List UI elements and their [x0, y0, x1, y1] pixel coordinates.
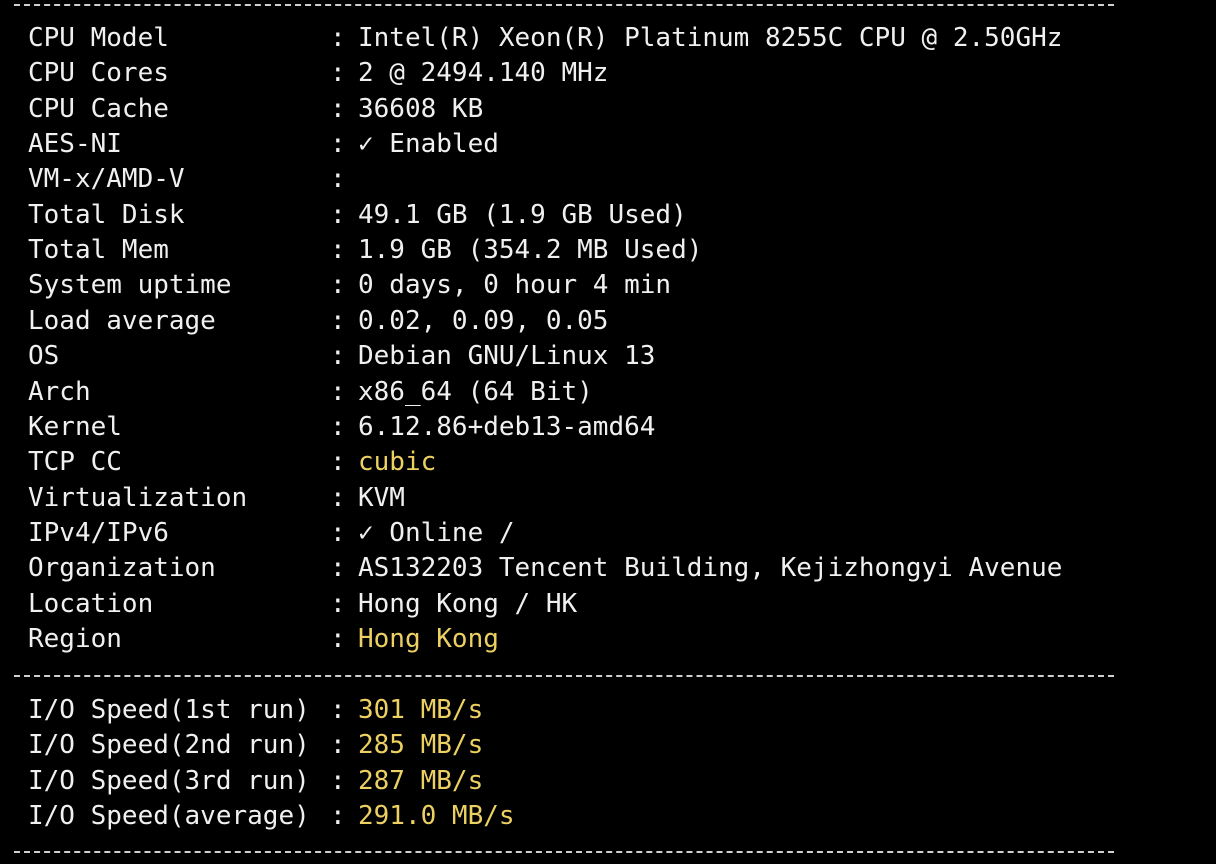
row-separator: : [330, 341, 346, 371]
row-separator: : [330, 518, 346, 548]
row-label: I/O Speed(average) [28, 801, 310, 831]
row-separator: : [330, 801, 346, 831]
row-value: 285 MB/s [358, 730, 484, 760]
row-separator: : [330, 129, 346, 159]
row-label: Virtualization [28, 483, 248, 513]
row-label: Total Mem [28, 235, 169, 265]
row-separator: : [330, 695, 346, 725]
row-value: 1.9 GB (354.2 MB Used) [358, 235, 703, 265]
bottom-divider [14, 851, 1114, 853]
row-separator: : [330, 412, 346, 442]
row-value: 6.12.86+deb13-amd64 [358, 412, 656, 442]
row-label: CPU Model [28, 23, 169, 53]
row-separator: : [330, 483, 346, 513]
row-label: Total Disk [28, 200, 185, 230]
row-label: Load average [28, 306, 216, 336]
terminal-window: CPU Model: Intel(R) Xeon(R) Platinum 8255… [0, 0, 1216, 864]
row-separator: : [330, 306, 346, 336]
row-value: Debian GNU/Linux 13 [358, 341, 656, 371]
row-label: IPv4/IPv6 [28, 518, 169, 548]
row-value: Hong Kong [358, 624, 499, 654]
row-separator: : [330, 270, 346, 300]
row-separator: : [330, 164, 346, 194]
row-separator: : [330, 624, 346, 654]
row-separator: : [330, 23, 346, 53]
middle-divider [14, 675, 1114, 677]
row-label: OS [28, 341, 60, 371]
row-value: Hong Kong / HK [358, 589, 578, 619]
row-value: 301 MB/s [358, 695, 484, 725]
row-separator: : [330, 447, 346, 477]
row-label: VM-x/AMD-V [28, 164, 185, 194]
row-value: 0.02, 0.09, 0.05 [358, 306, 609, 336]
row-label: Organization [28, 553, 216, 583]
row-separator: : [330, 200, 346, 230]
row-label: CPU Cores [28, 58, 169, 88]
row-value: 287 MB/s [358, 766, 484, 796]
row-label: Kernel [28, 412, 122, 442]
row-value: ✓ Enabled [358, 129, 499, 159]
row-separator: : [330, 730, 346, 760]
row-value: Intel(R) Xeon(R) Platinum 8255C CPU @ 2.… [358, 23, 1063, 53]
row-label: AES-NI [28, 129, 122, 159]
row-separator: : [330, 58, 346, 88]
row-label: Arch [28, 377, 91, 407]
row-label: I/O Speed(3rd run) [28, 766, 310, 796]
row-value: x86_64 (64 Bit) [358, 377, 593, 407]
row-value: KVM [358, 483, 405, 513]
row-value: cubic [358, 447, 437, 477]
row-label: Location [28, 589, 154, 619]
row-separator: : [330, 377, 346, 407]
row-label: Region [28, 624, 122, 654]
row-label: I/O Speed(2nd run) [28, 730, 310, 760]
row-value: 36608 KB [358, 94, 484, 124]
row-separator: : [330, 766, 346, 796]
row-separator: : [330, 94, 346, 124]
top-divider [14, 4, 1114, 6]
row-value: 49.1 GB (1.9 GB Used) [358, 200, 687, 230]
row-label: CPU Cache [28, 94, 169, 124]
row-value: 0 days, 0 hour 4 min [358, 270, 672, 300]
row-value: ✓ Online / [358, 518, 515, 548]
row-value: 291.0 MB/s [358, 801, 515, 831]
row-separator: : [330, 589, 346, 619]
row-value: 2 @ 2494.140 MHz [358, 58, 609, 88]
row-separator: : [330, 553, 346, 583]
row-label: TCP CC [28, 447, 122, 477]
row-label: System uptime [28, 270, 232, 300]
row-value: AS132203 Tencent Building, Kejizhongyi A… [358, 553, 1063, 583]
row-label: I/O Speed(1st run) [28, 695, 310, 725]
row-separator: : [330, 235, 346, 265]
